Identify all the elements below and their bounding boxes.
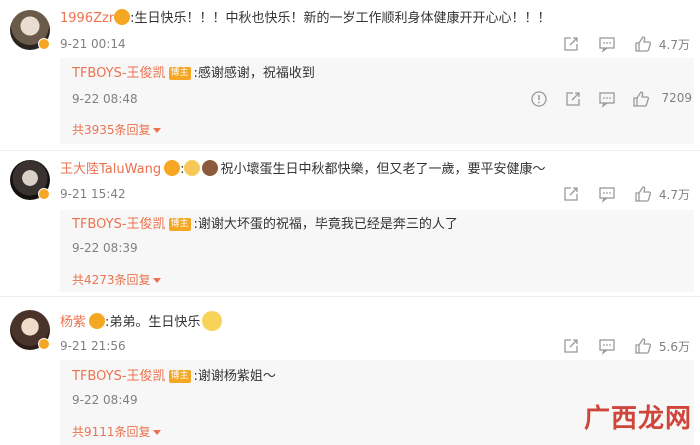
report-icon[interactable] [530,90,548,108]
reply-text: :谢谢杨紫姐～ [193,369,276,384]
reply-text: :感谢感谢，祝福收到 [193,66,315,81]
more-replies-label: 共3935条回复 [72,123,151,137]
comment-username[interactable]: 王大陸TaluWang [60,162,161,177]
author-tag: 博主 [168,67,191,80]
reply-time: 9-22 08:48 [72,92,138,106]
reply-box: TFBOYS-王俊凯 博主:谢谢大坏蛋的祝福，毕竟我已经是奔三的人了 9-22 0… [60,210,694,292]
divider [0,296,700,297]
comment-item: 1996Zzr :生日快乐！！！中秋也快乐！新的一岁工作顺利身体健康开开心心！！！… [0,0,700,148]
reply-text-line: TFBOYS-王俊凯 博主:谢谢杨紫姐～ [72,368,276,386]
more-replies-link[interactable]: 共4273条回复 [72,272,161,288]
thumbs-up-icon[interactable] [632,90,650,108]
share-icon[interactable] [562,337,580,355]
reply-text: :谢谢大坏蛋的祝福，毕竟我已经是奔三的人了 [193,217,458,232]
grin-emoji-icon [202,311,223,331]
reply-username[interactable]: TFBOYS-王俊凯 [72,369,166,384]
cake-emoji-icon [202,160,219,176]
comment-text-line: 王大陸TaluWang: 祝小壞蛋生日中秋都快樂，但又老了一歲，要平安健康～ [60,160,546,177]
share-icon[interactable] [562,185,580,203]
comment-icon[interactable] [598,337,616,355]
author-tag: 博主 [168,370,191,383]
comment-item: 王大陸TaluWang: 祝小壞蛋生日中秋都快樂，但又老了一歲，要平安健康～ 9-… [0,152,700,292]
more-replies-link[interactable]: 共9111条回复 [72,424,161,440]
crown-emoji-icon [114,9,131,25]
more-replies-label: 共4273条回复 [72,273,151,287]
comment-actions: 4.7万 [560,35,690,53]
reply-time: 9-22 08:49 [72,393,138,407]
reply-text-line: TFBOYS-王俊凯 博主:感谢感谢，祝福收到 [72,65,315,83]
like-count: 7209 [661,91,692,105]
reply-actions: 7209 [528,90,692,108]
watermark: 广西龙网 [584,404,693,434]
comment-icon[interactable] [598,35,616,53]
comment-text: 祝小壞蛋生日中秋都快樂，但又老了一歲，要平安健康～ [220,162,546,177]
comment-actions: 5.6万 [560,337,690,355]
emoji-icon [184,160,201,176]
crown-emoji-icon [164,160,181,176]
vip-badge-icon [38,338,50,350]
comment-text: :生日快乐！！！中秋也快乐！新的一岁工作顺利身体健康开开心心！！！ [130,11,551,26]
author-tag: 博主 [168,218,191,231]
comment-time: 9-21 00:14 [60,37,126,51]
comment-time: 9-21 21:56 [60,339,126,353]
comment-time: 9-21 15:42 [60,187,126,201]
share-icon[interactable] [564,90,582,108]
comment-text-line: 1996Zzr :生日快乐！！！中秋也快乐！新的一岁工作顺利身体健康开开心心！！！ [60,9,551,28]
vip-badge-icon [38,38,50,50]
comment-icon[interactable] [598,90,616,108]
caret-down-icon [152,430,161,435]
more-replies-label: 共9111条回复 [72,425,151,439]
more-replies-link[interactable]: 共3935条回复 [72,122,161,138]
reply-box: TFBOYS-王俊凯 博主:感谢感谢，祝福收到 9-22 08:48 7209 共… [60,58,694,144]
like-count: 4.7万 [658,188,690,202]
caret-down-icon [152,128,161,133]
comment-text-line: 杨紫 :弟弟。生日快乐 [60,311,223,332]
vip-badge-icon [38,188,50,200]
thumbs-up-icon[interactable] [634,337,652,355]
like-count: 4.7万 [658,38,690,52]
caret-down-icon [152,278,161,283]
comment-username[interactable]: 1996Zzr [60,11,114,26]
reply-time: 9-22 08:39 [72,241,138,255]
reply-text-line: TFBOYS-王俊凯 博主:谢谢大坏蛋的祝福，毕竟我已经是奔三的人了 [72,216,458,234]
divider [0,150,700,151]
comment-username[interactable]: 杨紫 [60,315,86,330]
comment-icon[interactable] [598,185,616,203]
reply-username[interactable]: TFBOYS-王俊凯 [72,217,166,232]
thumbs-up-icon[interactable] [634,35,652,53]
share-icon[interactable] [562,35,580,53]
crown-emoji-icon [89,313,106,329]
comment-text: :弟弟。生日快乐 [105,315,201,330]
thumbs-up-icon[interactable] [634,185,652,203]
comment-actions: 4.7万 [560,185,690,203]
reply-username[interactable]: TFBOYS-王俊凯 [72,66,166,81]
like-count: 5.6万 [658,340,690,354]
